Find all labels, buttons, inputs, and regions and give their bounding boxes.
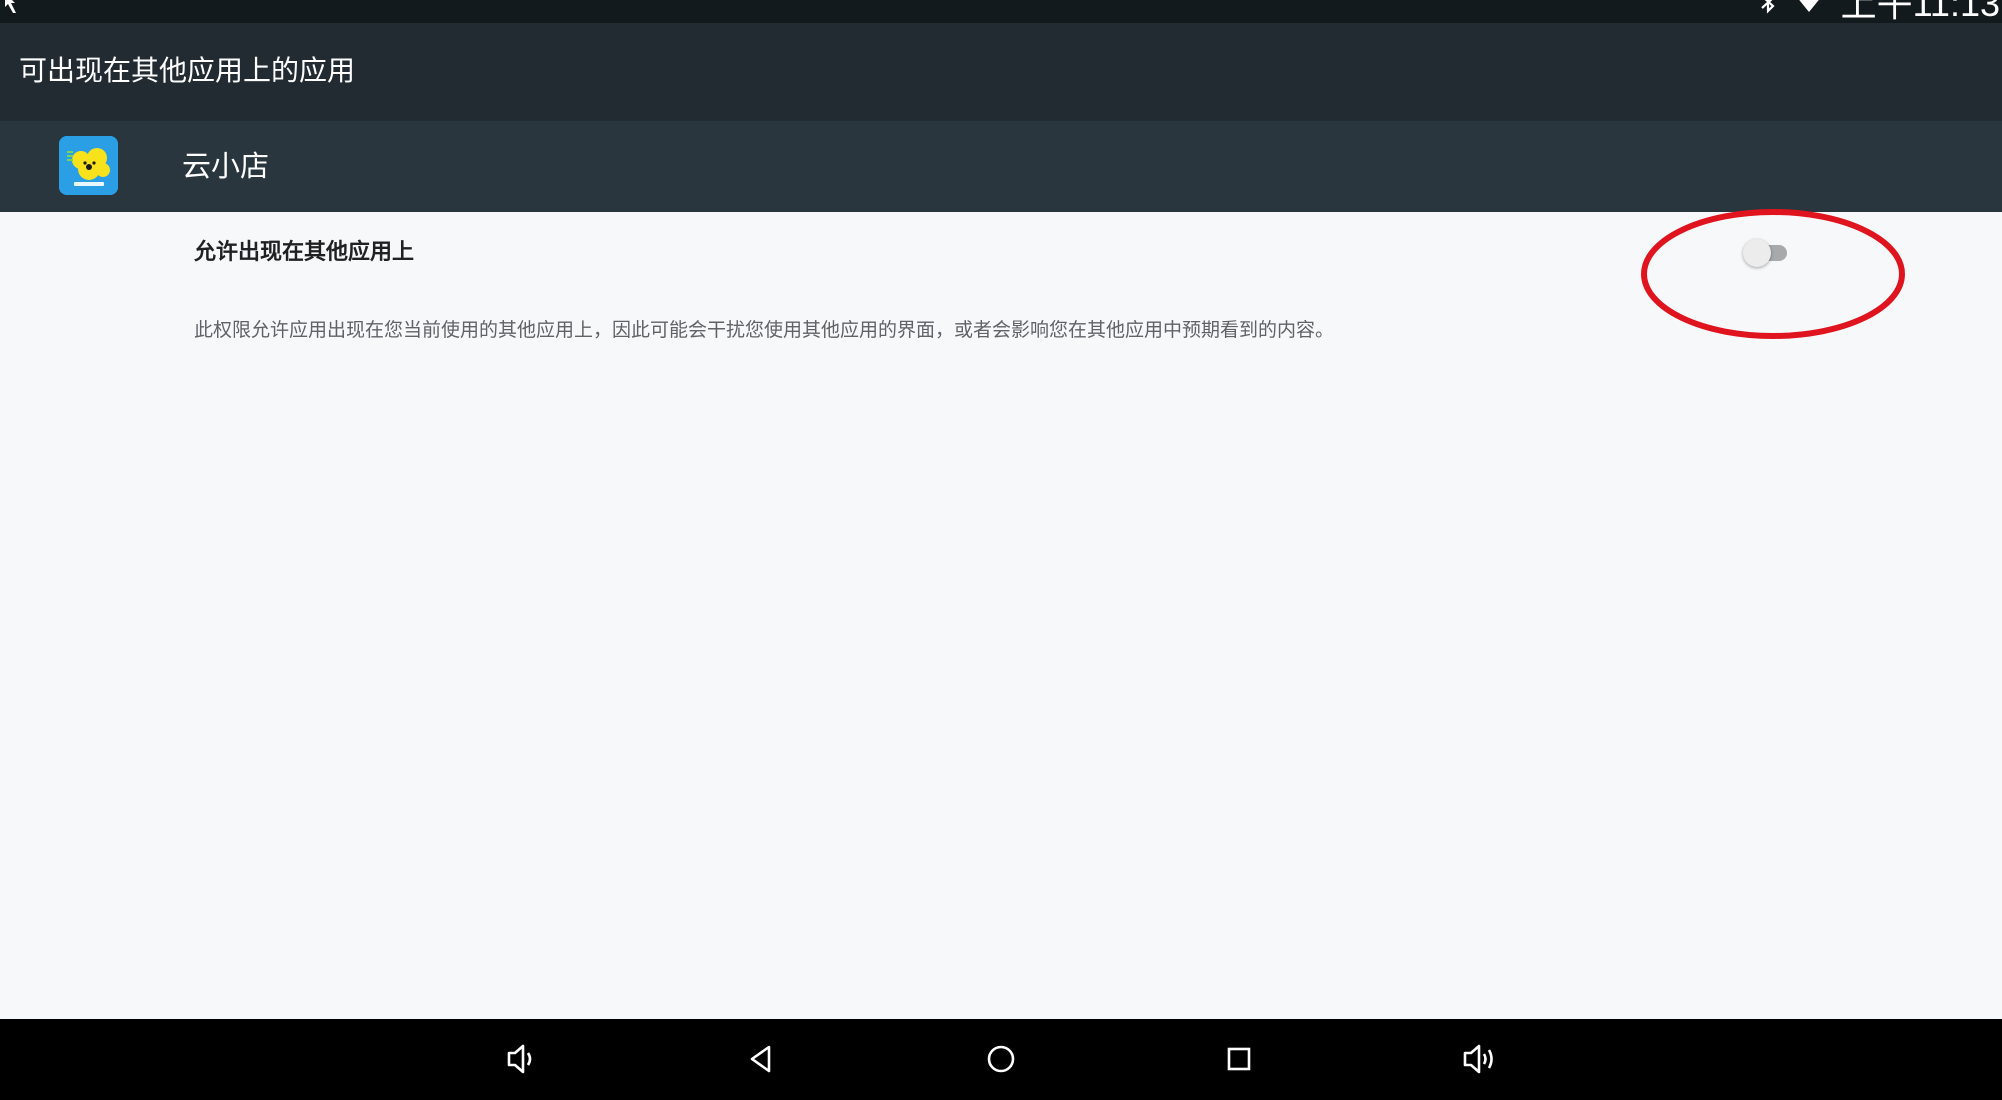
volume-down-icon[interactable]	[500, 1037, 544, 1081]
navigation-bar	[0, 1019, 2002, 1100]
wifi-icon	[1795, 0, 1823, 19]
status-time: 上午11:13	[1840, 0, 2000, 23]
permission-panel: 允许出现在其他应用上 此权限允许应用出现在您当前使用的其他应用上，因此可能会干扰…	[0, 212, 2002, 1019]
overlay-permission-switch[interactable]	[1743, 237, 1791, 267]
home-icon[interactable]	[979, 1037, 1023, 1081]
notification-icon	[2, 0, 26, 20]
recents-icon[interactable]	[1217, 1037, 1261, 1081]
app-icon	[59, 136, 118, 195]
switch-thumb	[1743, 239, 1771, 267]
app-header: 云小店	[0, 121, 2002, 212]
action-bar: 可出现在其他应用上的应用	[0, 23, 2002, 121]
page-title: 可出现在其他应用上的应用	[19, 54, 356, 87]
app-name: 云小店	[182, 149, 270, 183]
bluetooth-icon	[1759, 0, 1777, 20]
status-indicators: 上午11:13	[1759, 0, 2002, 23]
settings-screen: 上午11:13 可出现在其他应用上的应用 云小店 允许出现在其他应用上 此权限允…	[0, 0, 2002, 1100]
volume-up-icon[interactable]	[1459, 1037, 1503, 1081]
back-icon[interactable]	[740, 1037, 784, 1081]
status-bar: 上午11:13	[0, 0, 2002, 23]
permission-title: 允许出现在其他应用上	[194, 240, 415, 265]
permission-description: 此权限允许应用出现在您当前使用的其他应用上，因此可能会干扰您使用其他应用的界面，…	[194, 319, 1335, 341]
